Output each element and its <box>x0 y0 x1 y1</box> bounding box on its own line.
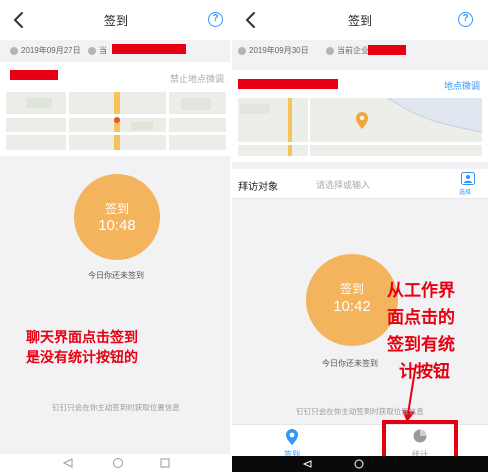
annotation-line: 从工作界 <box>387 281 455 301</box>
date-info: 2019年09月27日 <box>10 45 81 56</box>
redacted-company <box>112 44 186 54</box>
location-row: 地点微调 <box>232 70 488 98</box>
date-text: 2019年09月27日 <box>21 46 81 55</box>
annotation-line: 聊天界面点击签到 <box>26 330 138 346</box>
page-title: 签到 <box>103 14 128 28</box>
help-icon[interactable]: ? <box>208 12 223 27</box>
sign-in-label: 签到 <box>339 282 364 296</box>
right-phone-screen: 签到 ? 2019年09月30日 当前企业 地点微调 拜访对象 请选择或输入 选… <box>232 0 488 472</box>
redacted-company <box>368 45 406 55</box>
map-view[interactable] <box>238 98 482 156</box>
sign-in-button[interactable]: 签到 10:48 <box>74 174 160 260</box>
company-info: 当前企业 <box>326 45 369 56</box>
android-nav-bar <box>232 456 488 472</box>
left-phone-screen: 签到 ? 2019年09月27日 当 禁止地点微调 签到 10:48 今日你还未… <box>0 0 232 472</box>
contact-select-icon[interactable] <box>461 172 475 185</box>
nav-home-icon[interactable] <box>354 459 364 469</box>
nav-back-icon[interactable] <box>302 460 312 468</box>
company-prefix: 当前企业 <box>337 46 369 55</box>
visit-target-row: 拜访对象 请选择或输入 选择 <box>232 169 488 199</box>
date-info: 2019年09月30日 <box>238 45 309 56</box>
nav-recents-icon[interactable] <box>160 458 170 468</box>
sign-in-label: 签到 <box>104 202 129 216</box>
building-icon <box>88 46 96 55</box>
right-info-bar: 2019年09月30日 当前企业 <box>232 40 488 60</box>
annotation-line: 签到有统 <box>387 335 455 355</box>
location-adjust-disabled: 禁止地点微调 <box>169 74 224 84</box>
location-person-icon <box>286 429 298 445</box>
privacy-note: 钉钉只会在你主动签到时获取位置信息 <box>52 403 180 412</box>
clock-icon <box>10 46 18 55</box>
page-title: 签到 <box>347 14 372 28</box>
date-text: 2019年09月30日 <box>249 46 309 55</box>
map-view[interactable] <box>6 92 226 150</box>
status-text: 今日你还未签到 <box>88 271 144 280</box>
sign-in-time: 10:42 <box>333 298 371 315</box>
sign-in-button[interactable]: 签到 10:42 <box>306 254 398 346</box>
annotation-line: 是没有统计按钮的 <box>26 350 138 366</box>
left-info-bar: 2019年09月27日 当 <box>0 40 232 60</box>
annotation-line: 面点击的 <box>387 308 455 328</box>
privacy-note: 钉钉只会在你主动签到时获取位置信息 <box>296 407 424 416</box>
help-icon[interactable]: ? <box>458 12 473 27</box>
visit-label: 拜访对象 <box>238 182 278 193</box>
visit-input[interactable]: 请选择或输入 <box>316 178 370 191</box>
left-header: 签到 ? <box>0 0 232 40</box>
annotation-text: 聊天界面点击签到 是没有统计按钮的 <box>26 328 138 368</box>
redacted-location <box>10 70 58 80</box>
nav-back-icon[interactable] <box>62 458 74 468</box>
redacted-location <box>238 79 338 89</box>
map-container <box>0 92 232 156</box>
map-container <box>232 98 488 162</box>
sign-in-time: 10:48 <box>98 217 136 234</box>
company-prefix: 当 <box>99 46 107 55</box>
company-info: 当 <box>88 45 107 56</box>
select-label[interactable]: 选择 <box>459 187 471 196</box>
nav-home-icon[interactable] <box>112 457 124 469</box>
location-adjust-link[interactable]: 地点微调 <box>444 79 480 92</box>
android-nav-bar <box>0 454 232 472</box>
location-row: 禁止地点微调 <box>0 62 232 92</box>
right-header: 签到 ? <box>232 0 488 40</box>
clock-icon <box>238 46 246 55</box>
building-icon <box>326 46 334 55</box>
